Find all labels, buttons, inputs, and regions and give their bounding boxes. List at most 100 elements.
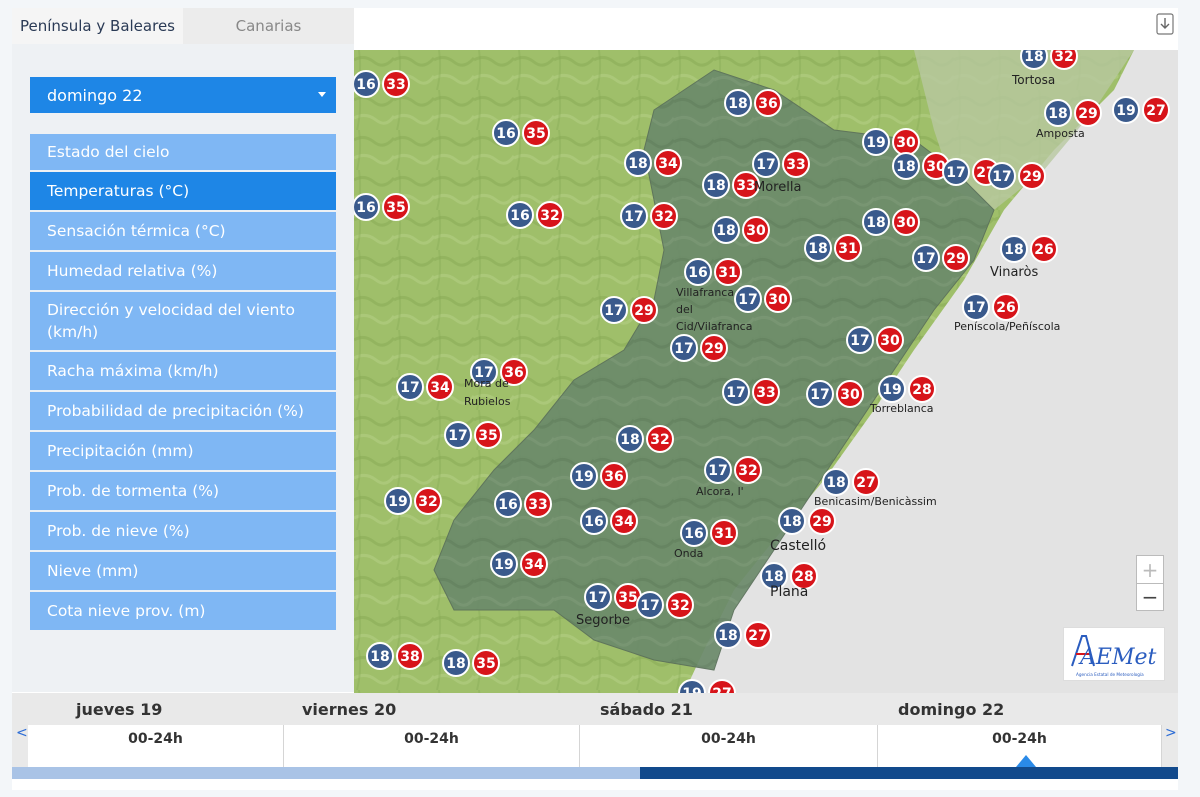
- menu-item-4[interactable]: Dirección y velocidad del viento (km/h): [30, 292, 336, 350]
- menu-item-1[interactable]: Temperaturas (°C): [30, 172, 336, 210]
- min-temp-value: 17: [738, 292, 757, 308]
- min-temp-value: 16: [496, 126, 515, 142]
- max-temp-value: 35: [476, 656, 495, 672]
- max-temp-value: 27: [712, 686, 731, 693]
- menu-item-3[interactable]: Humedad relativa (%): [30, 252, 336, 290]
- day-select[interactable]: domingo 22: [30, 77, 336, 113]
- min-temp-value: 18: [718, 628, 737, 644]
- timeline-day-name: viernes 20: [302, 700, 397, 719]
- min-temp-value: 19: [866, 135, 885, 151]
- download-icon[interactable]: [1156, 13, 1174, 35]
- timeline-day-1: viernes 20 00-24h: [284, 693, 580, 767]
- menu-item-11[interactable]: Cota nieve prov. (m): [30, 592, 336, 630]
- timeline-slot[interactable]: 00-24h: [580, 725, 878, 767]
- max-temp-value: 32: [654, 209, 673, 225]
- max-temp-value: 33: [756, 385, 775, 401]
- max-temp-value: 33: [386, 77, 405, 93]
- place-label: Castelló: [770, 538, 826, 554]
- menu-item-6[interactable]: Probabilidad de precipitación (%): [30, 392, 336, 430]
- min-temp-value: 16: [356, 77, 375, 93]
- max-temp-value: 29: [704, 341, 723, 357]
- max-temp-value: 30: [896, 215, 916, 231]
- max-temp-value: 32: [670, 598, 689, 614]
- tab-canarias[interactable]: Canarias: [183, 8, 354, 44]
- place-label: Torreblanca: [869, 402, 934, 415]
- min-temp-value: 18: [764, 569, 783, 585]
- chevron-down-icon: [318, 92, 326, 97]
- min-temp-value: 18: [896, 159, 915, 175]
- min-temp-value: 17: [674, 341, 693, 357]
- sidebar-panel: domingo 22 Estado del cielo Temperaturas …: [12, 44, 354, 692]
- day-select-value: domingo 22: [47, 85, 143, 105]
- max-temp-value: 31: [718, 265, 737, 281]
- max-temp-value: 36: [758, 96, 777, 112]
- logo-text: AEMet: [1078, 645, 1156, 670]
- min-temp-value: 18: [620, 432, 639, 448]
- min-temp-value: 17: [708, 463, 727, 479]
- menu-item-10[interactable]: Nieve (mm): [30, 552, 336, 590]
- min-temp-value: 17: [966, 300, 985, 316]
- min-temp-value: 18: [866, 215, 885, 231]
- timeline-slot[interactable]: 00-24h: [28, 725, 284, 767]
- place-label: Alcora, l': [696, 485, 744, 498]
- zoom-out-button[interactable]: −: [1136, 583, 1164, 611]
- min-temp-value: 16: [584, 514, 603, 530]
- timeline-progress[interactable]: [12, 767, 1178, 779]
- place-label: Tortosa: [1011, 73, 1055, 87]
- place-label: Plana: [770, 584, 808, 600]
- max-temp-value: 35: [478, 428, 497, 444]
- max-temp-value: 26: [1034, 242, 1053, 258]
- max-temp-value: 33: [786, 157, 805, 173]
- aemet-logo: AEMet Agencia Estatal de Meteorología: [1063, 627, 1165, 681]
- tab-peninsula[interactable]: Península y Baleares: [12, 8, 183, 44]
- max-temp-value: 30: [896, 135, 916, 151]
- menu-item-7[interactable]: Precipitación (mm): [30, 432, 336, 470]
- max-temp-value: 30: [880, 333, 900, 349]
- max-temp-value: 26: [996, 300, 1015, 316]
- timeline-day-name: sábado 21: [600, 700, 693, 719]
- min-temp-value: 19: [1116, 103, 1135, 119]
- map-canvas[interactable]: 18 32 16 33 18 36 18 29 19 27 16 35 19 30 18 34 17 33 18 33…: [354, 50, 1178, 693]
- min-temp-value: 16: [356, 200, 375, 216]
- max-temp-value: 29: [1078, 106, 1097, 122]
- max-temp-value: 34: [614, 514, 634, 530]
- min-temp-value: 16: [498, 497, 517, 513]
- min-temp-value: 17: [588, 590, 607, 606]
- timeline-next-button[interactable]: >: [1165, 725, 1177, 741]
- place-label: Amposta: [1036, 127, 1085, 140]
- menu-item-0[interactable]: Estado del cielo: [30, 134, 336, 170]
- timeline-day-0: jueves 19 00-24h: [28, 693, 284, 767]
- min-temp-value: 18: [728, 96, 747, 112]
- max-temp-value: 33: [528, 497, 547, 513]
- min-temp-value: 18: [628, 156, 647, 172]
- min-temp-value: 17: [624, 209, 643, 225]
- max-temp-value: 29: [946, 251, 965, 267]
- min-temp-value: 17: [850, 333, 869, 349]
- timeline-pointer-icon: [1016, 755, 1036, 767]
- menu-item-5[interactable]: Racha máxima (km/h): [30, 352, 336, 390]
- max-temp-value: 27: [856, 475, 875, 491]
- min-temp-value: 18: [706, 178, 725, 194]
- min-temp-value: 18: [1024, 50, 1043, 65]
- min-temp-value: 17: [448, 428, 467, 444]
- map-view[interactable]: 18 32 16 33 18 36 18 29 19 27 16 35 19 30 18 34 17 33 18 33…: [354, 50, 1178, 693]
- place-label: Segorbe: [576, 613, 630, 628]
- timeline-prev-button[interactable]: <: [16, 725, 28, 741]
- menu-item-2[interactable]: Sensación térmica (°C): [30, 212, 336, 250]
- place-label: Onda: [674, 547, 703, 560]
- zoom-in-button[interactable]: +: [1136, 555, 1164, 583]
- min-temp-value: 19: [388, 494, 407, 510]
- max-temp-value: 28: [912, 382, 931, 398]
- min-temp-value: 16: [510, 208, 529, 224]
- timeline-slot[interactable]: 00-24h: [284, 725, 580, 767]
- min-temp-value: 18: [782, 514, 801, 530]
- max-temp-value: 38: [400, 649, 419, 665]
- min-temp-value: 17: [946, 165, 965, 181]
- min-temp-value: 17: [810, 387, 829, 403]
- min-temp-value: 19: [494, 557, 513, 573]
- max-temp-value: 29: [634, 303, 653, 319]
- max-temp-value: 28: [794, 569, 813, 585]
- menu-item-9[interactable]: Prob. de nieve (%): [30, 512, 336, 550]
- max-temp-value: 32: [650, 432, 669, 448]
- menu-item-8[interactable]: Prob. de tormenta (%): [30, 472, 336, 510]
